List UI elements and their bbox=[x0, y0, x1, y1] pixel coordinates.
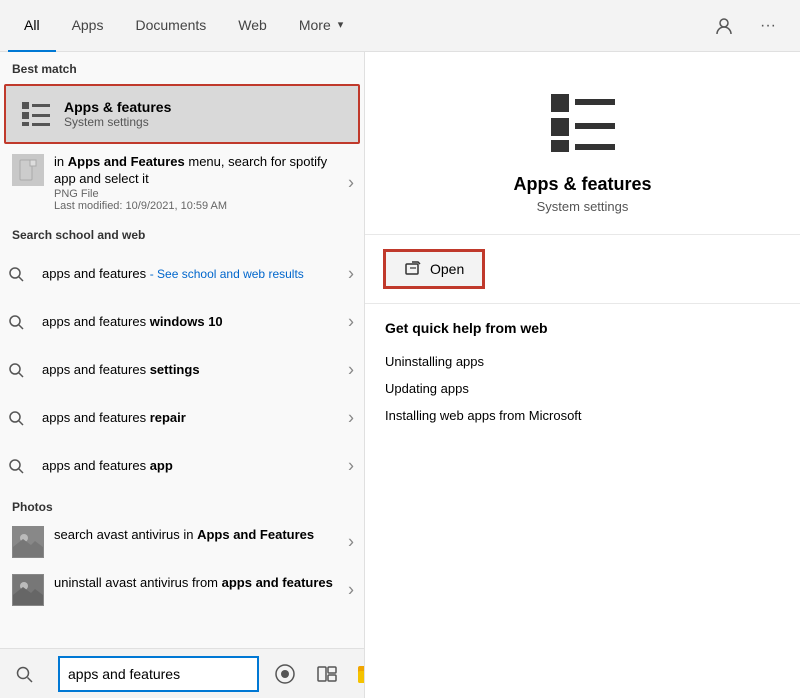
best-match-subtitle: System settings bbox=[64, 115, 171, 129]
web-result-text-2: apps and features settings bbox=[42, 362, 200, 377]
apps-features-icon bbox=[18, 96, 54, 132]
tab-bar: All Apps Documents Web More ▾ ··· bbox=[0, 0, 800, 52]
left-panel: Best match Apps & features System sett bbox=[0, 52, 365, 698]
search-bar-icon bbox=[8, 658, 40, 690]
open-label: Open bbox=[430, 261, 464, 277]
quick-help-link-1[interactable]: Updating apps bbox=[385, 375, 780, 402]
chevron-right-icon-3 bbox=[348, 407, 354, 428]
content-area: Best match Apps & features System sett bbox=[0, 52, 800, 698]
search-web-section: Search school and web bbox=[0, 220, 364, 250]
quick-help-link-0[interactable]: Uninstalling apps bbox=[385, 348, 780, 375]
photo-thumb-0 bbox=[12, 526, 44, 558]
chevron-right-icon bbox=[348, 172, 354, 193]
search-icon-2 bbox=[0, 354, 32, 386]
photo-thumb-1 bbox=[12, 574, 44, 606]
open-button[interactable]: Open bbox=[385, 251, 483, 287]
search-bar bbox=[0, 648, 364, 698]
chevron-down-icon: ▾ bbox=[338, 18, 344, 31]
web-result-text-4: apps and features app bbox=[42, 458, 173, 473]
chevron-right-icon-2 bbox=[348, 359, 354, 380]
chevron-right-icon-4 bbox=[348, 455, 354, 476]
file-icon bbox=[12, 154, 44, 186]
open-icon bbox=[404, 260, 422, 278]
task-view-icon[interactable] bbox=[309, 656, 345, 692]
web-result-text-0: apps and features - See school and web r… bbox=[42, 266, 304, 281]
best-match-label: Best match bbox=[0, 52, 364, 82]
quick-help: Get quick help from web Uninstalling app… bbox=[365, 304, 800, 445]
app-big-subtitle: System settings bbox=[537, 199, 629, 214]
web-result-0[interactable]: apps and features - See school and web r… bbox=[0, 250, 364, 298]
right-top: Apps & features System settings bbox=[365, 52, 800, 235]
quick-help-link-2[interactable]: Installing web apps from Microsoft bbox=[385, 402, 780, 429]
app-big-title: Apps & features bbox=[513, 174, 651, 195]
search-web-label: Search school and web bbox=[12, 228, 364, 242]
web-result-4[interactable]: apps and features app bbox=[0, 442, 364, 490]
file-title: in Apps and Features menu, search for sp… bbox=[54, 154, 352, 188]
search-window: All Apps Documents Web More ▾ ··· Best m… bbox=[0, 0, 800, 698]
more-options-icon[interactable]: ··· bbox=[752, 10, 784, 42]
tab-more[interactable]: More ▾ bbox=[283, 0, 359, 52]
tab-all[interactable]: All bbox=[8, 0, 56, 52]
cortana-icon[interactable] bbox=[267, 656, 303, 692]
web-result-2[interactable]: apps and features settings bbox=[0, 346, 364, 394]
tab-documents[interactable]: Documents bbox=[119, 0, 222, 52]
tab-bar-right: ··· bbox=[708, 10, 792, 42]
file-explorer-icon[interactable] bbox=[351, 656, 365, 692]
photo-result-0[interactable]: search avast antivirus in Apps and Featu… bbox=[0, 518, 364, 566]
web-result-text-1: apps and features windows 10 bbox=[42, 314, 223, 329]
file-modified: Last modified: 10/9/2021, 10:59 AM bbox=[54, 200, 352, 212]
photos-label: Photos bbox=[0, 494, 364, 518]
web-result-text-3: apps and features repair bbox=[42, 410, 186, 425]
photo-text-1: uninstall avast antivirus from apps and … bbox=[54, 574, 333, 592]
photo-text-0: search avast antivirus in Apps and Featu… bbox=[54, 526, 314, 544]
best-match-item[interactable]: Apps & features System settings bbox=[4, 84, 360, 144]
file-type: PNG File bbox=[54, 188, 352, 200]
search-icon-4 bbox=[0, 450, 32, 482]
chevron-right-photo-1 bbox=[348, 579, 354, 600]
file-text: in Apps and Features menu, search for sp… bbox=[54, 154, 352, 212]
search-input-wrapper bbox=[58, 656, 259, 692]
search-icon-0 bbox=[0, 258, 32, 290]
best-match-text: Apps & features System settings bbox=[64, 99, 171, 129]
chevron-right-icon-1 bbox=[348, 311, 354, 332]
search-input[interactable] bbox=[68, 666, 249, 682]
tab-apps[interactable]: Apps bbox=[56, 0, 120, 52]
chevron-right-icon-0 bbox=[348, 263, 354, 284]
open-btn-area: Open bbox=[365, 235, 800, 304]
file-result-item[interactable]: in Apps and Features menu, search for sp… bbox=[0, 146, 364, 220]
best-match-title: Apps & features bbox=[64, 99, 171, 115]
user-icon[interactable] bbox=[708, 10, 740, 42]
tab-bar-left: All Apps Documents Web More ▾ bbox=[8, 0, 359, 52]
tab-web[interactable]: Web bbox=[222, 0, 283, 52]
search-icon-3 bbox=[0, 402, 32, 434]
taskbar-icons bbox=[267, 656, 365, 692]
search-icon-1 bbox=[0, 306, 32, 338]
quick-help-title: Get quick help from web bbox=[385, 320, 780, 336]
web-result-3[interactable]: apps and features repair bbox=[0, 394, 364, 442]
right-panel: Apps & features System settings Open Get… bbox=[365, 52, 800, 698]
chevron-right-photo-0 bbox=[348, 531, 354, 552]
web-result-1[interactable]: apps and features windows 10 bbox=[0, 298, 364, 346]
photos-section: Photos search avast antivirus in Apps an… bbox=[0, 490, 364, 618]
photo-result-1[interactable]: uninstall avast antivirus from apps and … bbox=[0, 566, 364, 614]
app-big-icon bbox=[543, 82, 623, 162]
